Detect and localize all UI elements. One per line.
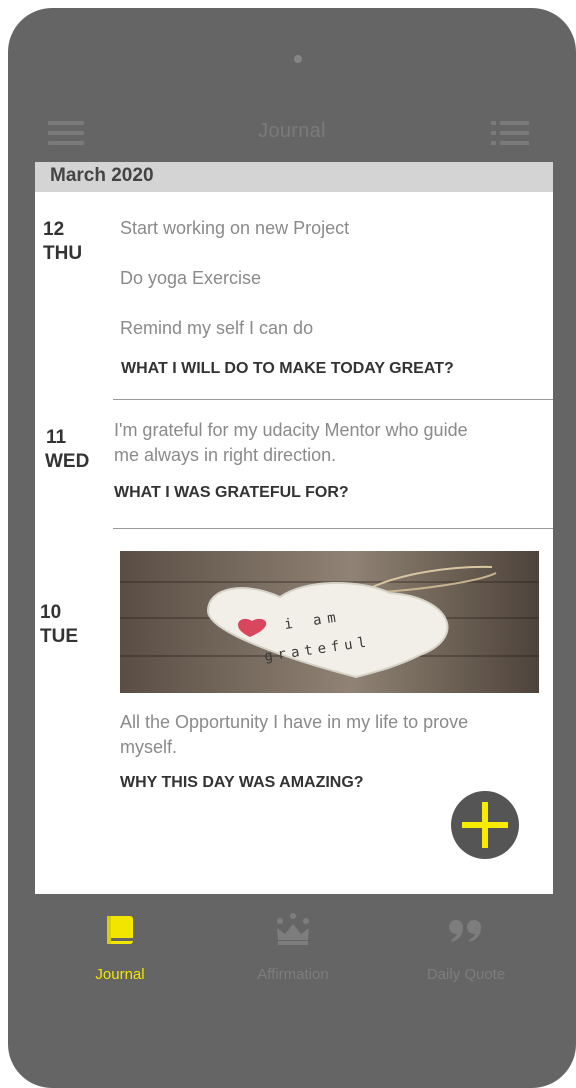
tab-label: Journal bbox=[95, 966, 145, 983]
entry-date-11: 11 WED bbox=[45, 426, 89, 474]
camera-dot bbox=[294, 55, 302, 63]
tab-affirmation[interactable]: Affirmation bbox=[223, 910, 363, 985]
tab-journal[interactable]: Journal bbox=[50, 910, 190, 985]
list-item[interactable]: Remind my self I can do bbox=[120, 318, 313, 339]
entry-day: 10 bbox=[40, 602, 62, 623]
list-view-icon[interactable] bbox=[491, 120, 529, 146]
add-entry-button[interactable] bbox=[451, 791, 519, 859]
entry-question: WHAT I WAS GRATEFUL FOR? bbox=[114, 484, 349, 501]
entry-text-line: myself. bbox=[120, 737, 178, 757]
entry-photo[interactable]: i am grateful bbox=[120, 551, 539, 693]
heart-ornament-image: i am grateful bbox=[206, 565, 497, 679]
entry-text[interactable]: I'm grateful for my udacity Mentor who g… bbox=[114, 418, 468, 468]
app-bar: Journal bbox=[8, 110, 576, 160]
journal-list: March 2020 12 THU Start working on new P… bbox=[35, 162, 553, 894]
tab-label: Daily Quote bbox=[426, 966, 506, 983]
entry-question: WHY THIS DAY WAS AMAZING? bbox=[120, 774, 364, 791]
entry-text-line: me always in right direction. bbox=[114, 445, 337, 465]
entry-text-line: I'm grateful for my udacity Mentor who g… bbox=[114, 420, 468, 440]
tab-daily-quote[interactable]: Daily Quote bbox=[396, 910, 536, 985]
entry-day: 12 bbox=[43, 219, 65, 240]
entry-weekday: WED bbox=[45, 451, 90, 472]
month-header: March 2020 bbox=[35, 162, 553, 192]
list-item[interactable]: Start working on new Project bbox=[120, 218, 349, 239]
entry-day: 11 bbox=[46, 427, 67, 448]
divider bbox=[113, 528, 553, 529]
list-item[interactable]: Do yoga Exercise bbox=[120, 268, 261, 289]
entry-weekday: TUE bbox=[40, 626, 78, 647]
month-label: March 2020 bbox=[50, 165, 154, 186]
tab-label: Affirmation bbox=[257, 966, 329, 983]
divider bbox=[113, 399, 553, 400]
quote-icon bbox=[449, 920, 481, 942]
entry-text[interactable]: All the Opportunity I have in my life to… bbox=[120, 710, 468, 760]
crown-icon bbox=[277, 913, 309, 945]
book-icon bbox=[107, 916, 133, 944]
entry-date-12: 12 THU bbox=[43, 218, 82, 266]
entry-text-line: All the Opportunity I have in my life to… bbox=[120, 712, 469, 732]
entry-weekday: THU bbox=[43, 243, 83, 264]
entry-question: WHAT I WILL DO TO MAKE TODAY GREAT? bbox=[121, 360, 454, 377]
entry-date-10: 10 TUE bbox=[40, 601, 78, 649]
